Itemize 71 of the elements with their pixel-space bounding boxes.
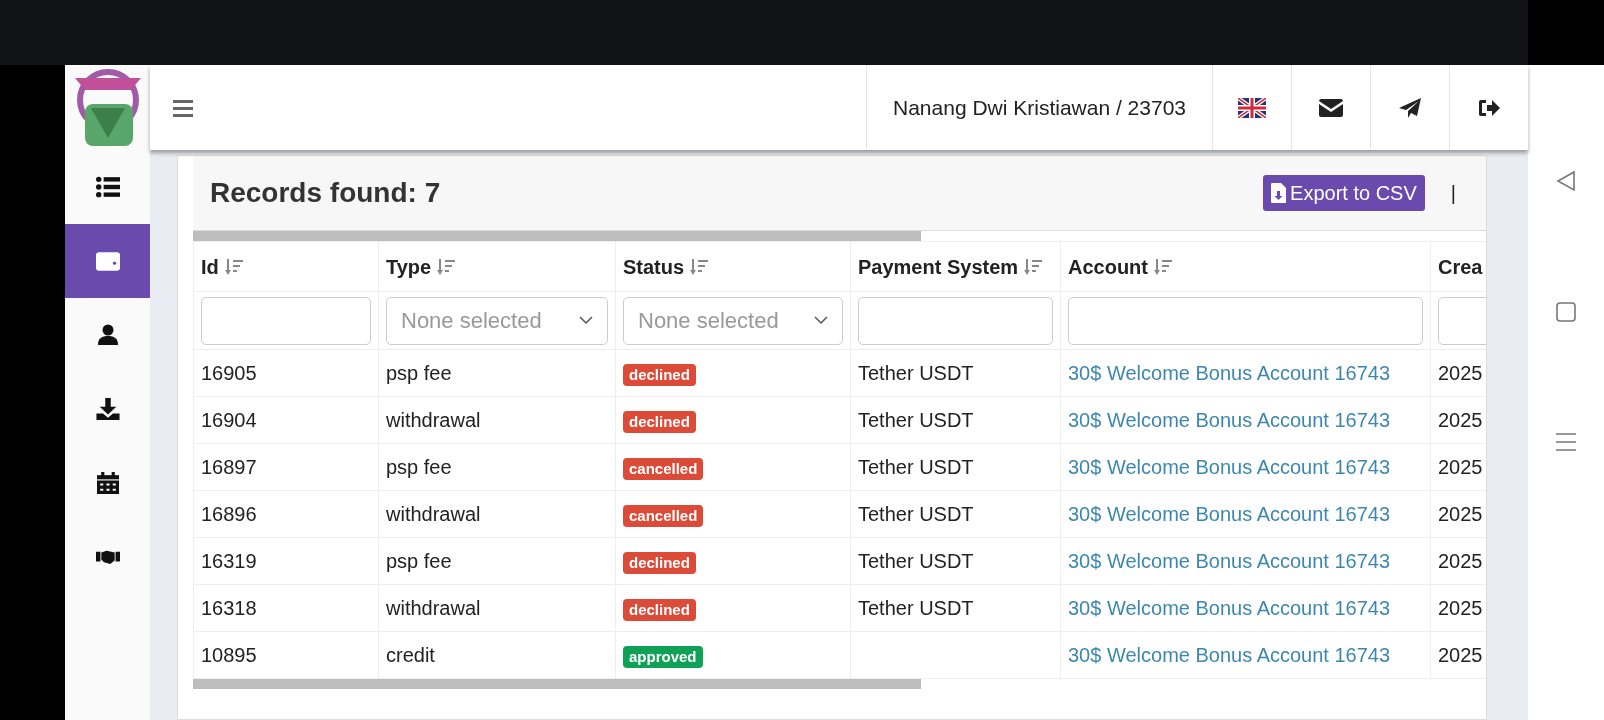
table-cell: 2025	[1438, 644, 1483, 666]
export-csv-button[interactable]: Export to CSV	[1263, 175, 1425, 211]
table-cell: Tether USDT	[858, 597, 974, 619]
sort-icon[interactable]	[437, 258, 456, 275]
sort-icon[interactable]	[690, 258, 709, 275]
status-label: declined	[623, 552, 696, 574]
separator-text: |	[1450, 181, 1456, 206]
flag-icon[interactable]	[1238, 97, 1266, 118]
table-cell: 2025	[1438, 550, 1483, 572]
table-cell: 2025	[1438, 409, 1483, 431]
filter-input[interactable]	[1068, 296, 1423, 345]
column-header[interactable]: Account	[1068, 255, 1148, 278]
table-cell: withdrawal	[386, 597, 481, 619]
table-cell: 16896	[201, 503, 257, 525]
table-cell: 2025	[1438, 597, 1483, 619]
table-cell: 16905	[201, 362, 257, 384]
table-cell: 16318	[201, 597, 257, 619]
table-cell: 16897	[201, 456, 257, 478]
table-cell: 2025	[1438, 362, 1483, 384]
sort-icon[interactable]	[1024, 258, 1043, 275]
column-header[interactable]: Status	[623, 255, 685, 278]
scrollbar[interactable]	[193, 679, 921, 689]
sort-icon[interactable]	[224, 258, 243, 275]
table-cell: 2025	[1438, 503, 1483, 525]
sort-icon[interactable]	[1154, 258, 1172, 275]
filter-dropdown[interactable]: None selected	[386, 296, 608, 345]
column-header[interactable]: Id	[201, 255, 219, 278]
table-cell: psp fee	[386, 362, 452, 384]
menu-icon[interactable]	[172, 98, 193, 117]
back-icon[interactable]	[1556, 170, 1576, 192]
calendar-icon	[95, 472, 120, 494]
download-icon	[95, 398, 120, 420]
table-cell: psp fee	[386, 550, 452, 572]
table-cell: Tether USDT	[858, 550, 974, 572]
scrollbar[interactable]	[193, 231, 921, 241]
logout-icon[interactable]	[1478, 97, 1500, 118]
table-cell: psp fee	[386, 456, 452, 478]
user-icon	[95, 324, 120, 346]
user-name: Nanang Dwi Kristiawan / 23703	[866, 65, 1212, 150]
table-cell: Tether USDT	[858, 503, 974, 525]
table-cell: 10895	[201, 644, 257, 666]
file-download-icon	[1271, 183, 1287, 203]
chevron-down-icon	[814, 316, 828, 325]
status-label: declined	[623, 599, 696, 621]
status-label: declined	[623, 411, 696, 433]
table-cell: 16904	[201, 409, 257, 431]
table-cell: Tether USDT	[858, 456, 974, 478]
table-cell: Tether USDT	[858, 409, 974, 431]
status-label: cancelled	[623, 458, 704, 480]
column-header[interactable]: Type	[386, 255, 432, 278]
table-cell: withdrawal	[386, 409, 481, 431]
table-cell: withdrawal	[386, 503, 481, 525]
wallet-icon	[95, 250, 120, 272]
sidebar-item[interactable]	[65, 224, 150, 298]
filter-input[interactable]	[858, 296, 1053, 345]
status-label: approved	[623, 646, 703, 668]
chevron-down-icon	[579, 316, 593, 325]
records-count: Records found: 7	[210, 176, 442, 210]
status-label: cancelled	[623, 505, 704, 527]
filter-dropdown[interactable]: None selected	[623, 296, 843, 345]
table-cell: Tether USDT	[858, 362, 974, 384]
filter-input[interactable]	[201, 296, 371, 345]
square-icon[interactable]	[1556, 302, 1576, 322]
paper-plane-icon[interactable]	[1399, 97, 1421, 118]
list-icon	[95, 176, 120, 198]
mail-icon[interactable]	[1319, 98, 1343, 117]
table-cell: 2025	[1438, 456, 1483, 478]
table-cell: credit	[386, 644, 435, 666]
table-cell: 16319	[201, 550, 257, 572]
menu-icon[interactable]	[1555, 432, 1577, 452]
status-label: declined	[623, 364, 696, 386]
